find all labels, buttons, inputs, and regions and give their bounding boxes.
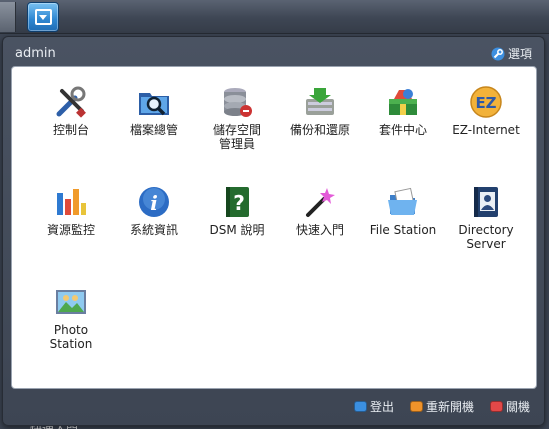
storage-manager-icon [224, 88, 252, 117]
logout-label: 登出 [369, 400, 394, 414]
backup-restore-icon [306, 88, 334, 115]
app-label: 套件中心 [378, 123, 427, 137]
taskbar [0, 0, 549, 34]
control-panel-icon [56, 86, 86, 118]
restart-button[interactable]: 重新開機 [409, 398, 474, 415]
app-system-info[interactable]: i 系統資訊 [112, 185, 196, 237]
main-menu-button[interactable] [27, 2, 59, 32]
svg-text:EZ: EZ [475, 94, 496, 112]
app-label: EZ-Internet [452, 123, 520, 137]
app-label: 備份和還原 [289, 123, 350, 137]
app-storage-manager[interactable]: 儲存空間 管理員 [195, 85, 279, 151]
shutdown-button[interactable]: 關機 [489, 398, 530, 415]
app-dsm-help[interactable]: ? DSM 說明 [195, 185, 279, 237]
app-file-station[interactable]: File Station [361, 185, 445, 237]
wrench-icon [491, 47, 505, 60]
photo-station-icon [56, 290, 86, 314]
options-button[interactable]: 選項 [491, 45, 532, 62]
logout-icon [353, 401, 367, 412]
start-menu-panel: admin 選項 控制台 檔案總管 儲存空間 管理員 備份和還原 套件中心 EZ… [2, 36, 545, 426]
app-label: DSM 說明 [209, 223, 265, 237]
app-file-browser[interactable]: 檔案總管 [112, 85, 196, 137]
file-browser-icon [139, 93, 169, 116]
power-footer: 登出 重新開機 關機 [353, 398, 530, 415]
ez-internet-icon: EZ [470, 86, 502, 118]
app-label: 快速入門 [295, 223, 344, 237]
resource-monitor-icon [57, 189, 86, 215]
system-info-icon: i [139, 187, 169, 217]
quick-start-icon [306, 188, 335, 217]
svg-text:i: i [150, 191, 158, 215]
show-desktop-button[interactable] [0, 2, 16, 32]
restart-icon [409, 401, 423, 412]
app-label: File Station [369, 223, 437, 237]
app-label: 資源監控 [46, 223, 95, 237]
app-resource-monitor[interactable]: 資源監控 [29, 185, 113, 237]
options-label: 選項 [507, 47, 532, 61]
file-station-icon [388, 187, 417, 215]
app-control-panel[interactable]: 控制台 [29, 85, 113, 137]
app-label: 檔案總管 [129, 123, 178, 137]
app-backup-restore[interactable]: 備份和還原 [278, 85, 362, 137]
directory-server-icon [474, 187, 498, 217]
app-label: 控制台 [52, 123, 89, 137]
svg-text:?: ? [233, 191, 245, 215]
app-label: 儲存空間 管理員 [212, 123, 261, 151]
app-package-center[interactable]: 套件中心 [361, 85, 445, 137]
app-label: Directory Server [458, 223, 514, 251]
user-name: admin [15, 46, 56, 61]
app-grid: 控制台 檔案總管 儲存空間 管理員 備份和還原 套件中心 EZ EZ-Inter… [11, 66, 537, 389]
shutdown-label: 關機 [505, 400, 530, 414]
package-center-icon [389, 89, 417, 115]
dsm-help-icon: ? [226, 187, 249, 217]
logout-button[interactable]: 登出 [353, 398, 394, 415]
app-quick-start[interactable]: 快速入門 [278, 185, 362, 237]
app-label: Photo Station [49, 323, 93, 351]
app-ez-internet[interactable]: EZ EZ-Internet [444, 85, 528, 137]
chevron-down-icon [35, 9, 52, 25]
app-label: 系統資訊 [129, 223, 178, 237]
app-directory-server[interactable]: Directory Server [444, 185, 528, 251]
restart-label: 重新開機 [425, 400, 474, 414]
shutdown-icon [489, 401, 503, 412]
app-photo-station[interactable]: Photo Station [29, 285, 113, 351]
